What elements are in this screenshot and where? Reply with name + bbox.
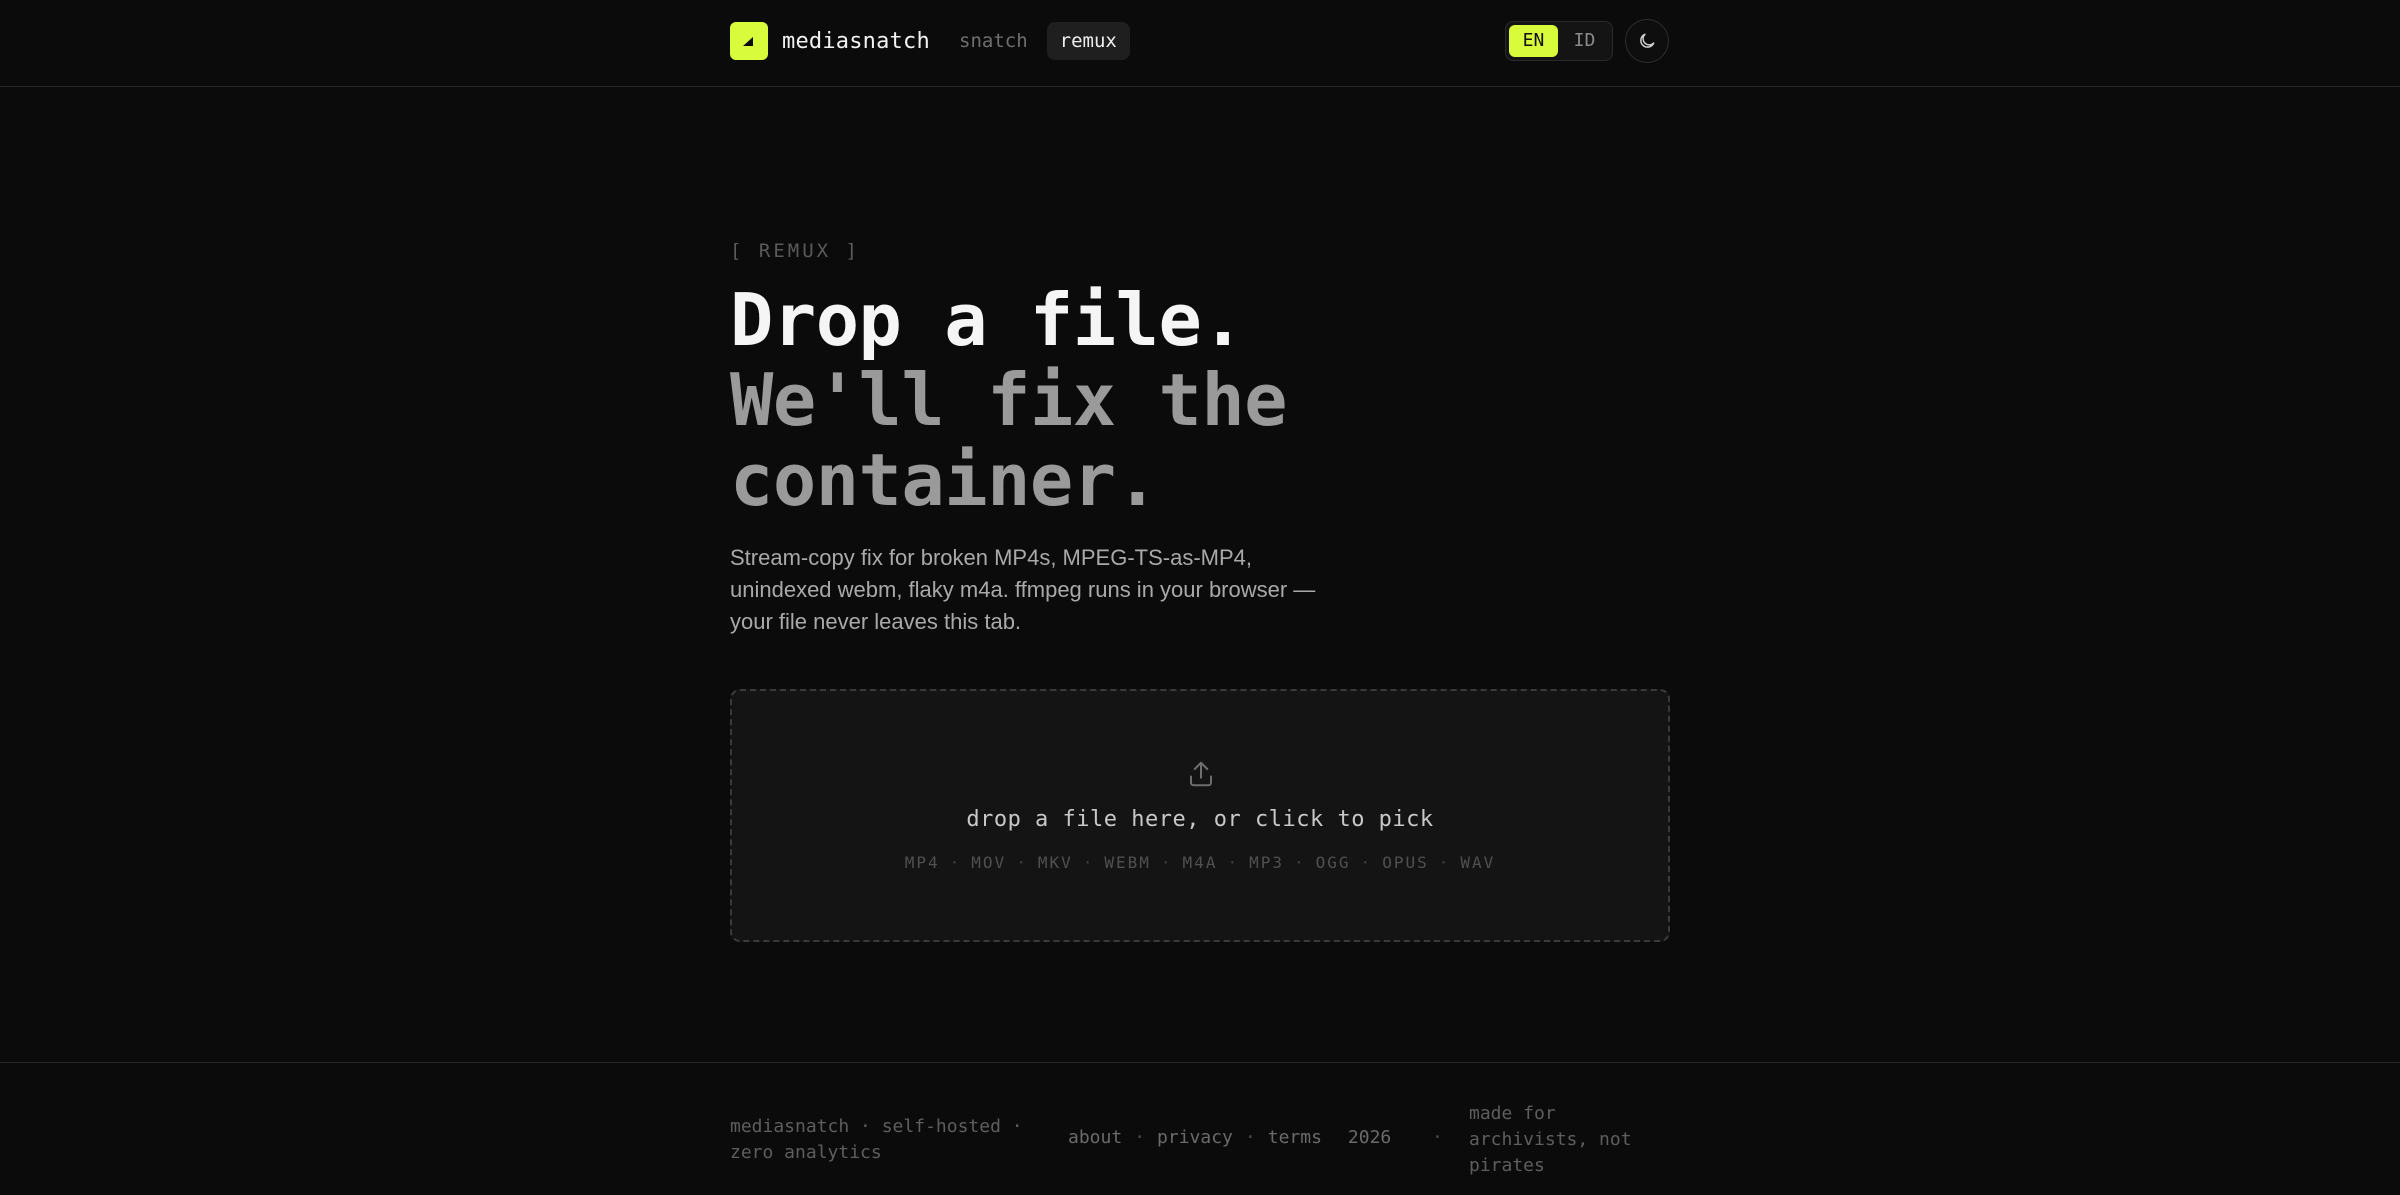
footer: mediasnatch · self-hosted · zero analyti… [0, 1062, 2400, 1195]
format-separator: · [1016, 853, 1028, 872]
language-switch: EN ID [1505, 21, 1613, 61]
brand-name: mediasnatch [782, 28, 930, 54]
main-nav: snatch remux [946, 22, 1130, 60]
page-title: Drop a file. We'll fix the container. [730, 280, 1630, 520]
footer-about-line-1: mediasnatch · self-hosted · [730, 1116, 1023, 1137]
headline-line-2: We'll fix the [730, 358, 1288, 442]
supported-formats: MP4 · MOV · MKV · WEBM · M4A · MP3 · OGG · OPUS · WAV [732, 853, 1668, 872]
logo-mark [743, 37, 753, 46]
logo-icon [730, 22, 768, 60]
upload-icon [1190, 761, 1212, 787]
footer-separator: · [1432, 1127, 1443, 1148]
footer-year: 2026 [1347, 1127, 1392, 1148]
format-m4a: M4A [1182, 853, 1218, 872]
footer-link-terms[interactable]: terms [1268, 1127, 1322, 1148]
section-eyebrow: [ REMUX ] [730, 240, 860, 262]
format-ogg: OGG [1315, 853, 1351, 872]
drop-zone-title: drop a file here, or click to pick [966, 807, 1434, 832]
footer-link-about[interactable]: about [1068, 1127, 1122, 1148]
lang-option-id[interactable]: ID [1560, 25, 1609, 57]
footer-tagline: made for archivists, not pirates [1469, 1103, 1632, 1176]
page-description: Stream-copy fix for broken MP4s, MPEG-TS… [730, 545, 1316, 634]
footer-link-privacy[interactable]: privacy [1157, 1127, 1233, 1148]
format-wav: WAV [1460, 853, 1496, 872]
footer-links: about · privacy · terms 2026 [1068, 1127, 1391, 1148]
footer-about-line-2: zero analytics [730, 1142, 882, 1163]
format-opus: OPUS [1382, 853, 1429, 872]
brand-home-link[interactable]: mediasnatch [730, 22, 930, 60]
footer-separator: · [1134, 1127, 1146, 1148]
format-mp3: MP3 [1249, 853, 1284, 872]
theme-toggle-button[interactable] [1625, 19, 1669, 63]
top-bar: mediasnatch snatch remux EN ID [0, 0, 2400, 87]
format-separator: · [949, 853, 962, 872]
format-separator: · [1227, 853, 1240, 872]
format-mp4: MP4 [904, 853, 940, 872]
lang-option-en[interactable]: EN [1509, 25, 1558, 57]
format-mov: MOV [971, 853, 1007, 872]
tab-snatch[interactable]: snatch [946, 22, 1041, 60]
format-separator: · [1294, 853, 1306, 872]
moon-icon [1640, 33, 1655, 48]
format-webm: WEBM [1104, 853, 1151, 872]
file-drop-zone[interactable]: drop a file here, or click to pick MP4 · M… [730, 689, 1670, 942]
footer-separator: · [1244, 1127, 1256, 1148]
format-separator: · [1160, 853, 1173, 872]
format-mkv: MKV [1037, 853, 1073, 872]
tab-remux[interactable]: remux [1046, 22, 1130, 60]
format-separator: · [1360, 853, 1373, 872]
headline-line-3: container. [730, 438, 1159, 522]
footer-about-text: mediasnatch · self-hosted · zero analyti… [730, 1114, 1050, 1166]
format-separator: · [1438, 853, 1451, 872]
format-separator: · [1082, 853, 1095, 872]
headline-line-1: Drop a file. [730, 278, 1245, 362]
